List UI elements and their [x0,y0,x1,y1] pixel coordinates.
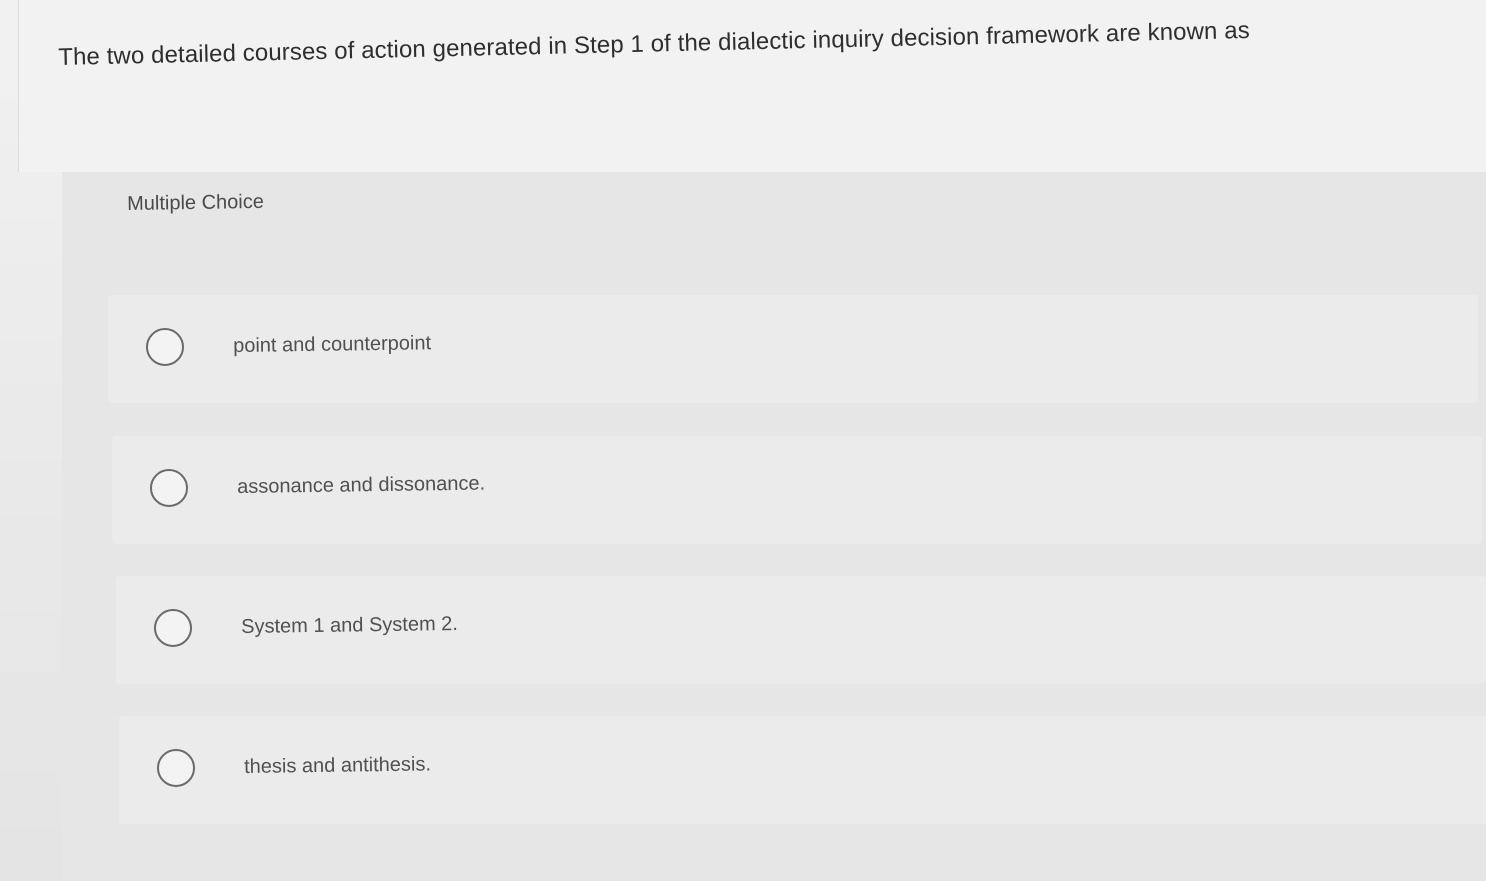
question-card [18,0,1486,172]
answer-option-1[interactable]: point and counterpoint [108,295,1478,403]
answer-option-label: point and counterpoint [233,332,432,357]
answer-option-label: System 1 and System 2. [241,612,459,638]
radio-button-icon[interactable] [146,328,184,366]
answer-option-3[interactable]: System 1 and System 2. [116,576,1486,684]
answer-option-2[interactable]: assonance and dissonance. [112,436,1482,544]
radio-button-icon[interactable] [154,609,192,647]
answer-option-4[interactable]: thesis and antithesis. [119,716,1486,824]
radio-button-icon[interactable] [157,749,195,787]
answer-option-label: thesis and antithesis. [244,753,432,778]
radio-button-icon[interactable] [150,469,188,507]
question-type-label: Multiple Choice [127,190,265,215]
answer-option-label: assonance and dissonance. [237,472,486,498]
